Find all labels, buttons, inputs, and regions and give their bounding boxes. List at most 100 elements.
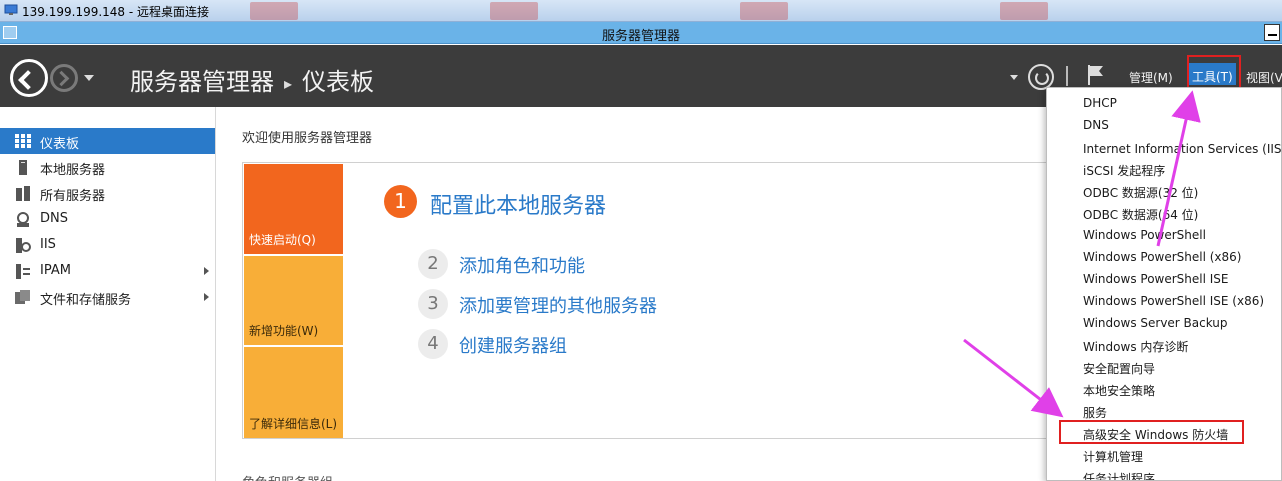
menu-item-services[interactable]: 服务	[1047, 400, 1281, 422]
minimize-button[interactable]	[1264, 24, 1280, 41]
thumbnail	[1000, 2, 1048, 20]
menu-item-label: Windows 内存诊断	[1083, 340, 1189, 354]
thumbnail	[490, 2, 538, 20]
breadcrumb-current: 仪表板	[302, 68, 375, 96]
menu-item-label: Windows Server Backup	[1083, 316, 1228, 330]
iis-icon	[16, 238, 31, 253]
breadcrumb-separator-icon: ▸	[284, 73, 293, 93]
menu-item-odbc-32[interactable]: ODBC 数据源(32 位)	[1047, 180, 1281, 202]
step-4-link[interactable]: 创建服务器组	[459, 332, 567, 358]
sidebar-item-label: 文件和存储服务	[40, 293, 132, 308]
expand-arrow-icon[interactable]	[204, 267, 209, 275]
menu-item-odbc-64[interactable]: ODBC 数据源(64 位)	[1047, 202, 1281, 224]
menu-item-label: DNS	[1083, 118, 1109, 132]
menu-item-label: iSCSI 发起程序	[1083, 164, 1166, 178]
menu-item-powershell-x86[interactable]: Windows PowerShell (x86)	[1047, 246, 1281, 268]
menu-item-iscsi[interactable]: iSCSI 发起程序	[1047, 158, 1281, 180]
menu-item-task-scheduler[interactable]: 任务计划程序	[1047, 466, 1281, 481]
menu-item-iis[interactable]: Internet Information Services (IIS)管	[1047, 136, 1282, 158]
menu-item-dns[interactable]: DNS	[1047, 114, 1281, 136]
menu-item-label: 服务	[1083, 406, 1108, 420]
rdp-title: 139.199.199.148 - 远程桌面连接	[22, 5, 210, 19]
sidebar-item-dashboard[interactable]: 仪表板	[0, 128, 215, 154]
menu-item-label: ODBC 数据源(64 位)	[1083, 208, 1199, 222]
history-dropdown-icon[interactable]	[84, 75, 94, 81]
menu-item-dhcp[interactable]: DHCP	[1047, 92, 1281, 114]
welcome-title: 欢迎使用服务器管理器	[242, 131, 373, 146]
tile-label: 了解详细信息(L)	[249, 417, 338, 431]
menu-item-label: 本地安全策略	[1083, 384, 1156, 398]
breadcrumb: 服务器管理器 ▸ 仪表板	[130, 62, 374, 97]
menu-item-label: Internet Information Services (IIS)管	[1083, 142, 1282, 156]
thumbnail	[740, 2, 788, 20]
window-title: 服务器管理器	[601, 29, 680, 44]
breadcrumb-root[interactable]: 服务器管理器	[130, 68, 274, 96]
section-heading-roles: 角色和服务器组	[242, 472, 333, 481]
screen: 139.199.199.148 - 远程桌面连接 服务器管理器 服务器管理器 ▸ 仪…	[0, 0, 1282, 481]
sidebar-item-label: 所有服务器	[40, 189, 106, 204]
step-2-link[interactable]: 添加角色和功能	[459, 252, 585, 278]
menu-item-label: 安全配置向导	[1083, 362, 1156, 376]
menu-item-label: Windows PowerShell	[1083, 228, 1206, 242]
step-1-badge: 1	[384, 185, 417, 218]
sidebar-item-local-server[interactable]: 本地服务器	[0, 154, 215, 180]
tile-label: 新增功能(W)	[249, 324, 319, 338]
tile-learn-more[interactable]: 了解详细信息(L)	[244, 347, 343, 438]
sidebar-item-ipam[interactable]: IPAM	[0, 258, 215, 284]
file-storage-icon	[15, 290, 30, 304]
tile-quick-start[interactable]: 快速启动(Q)	[244, 164, 343, 254]
menu-item-label: Windows PowerShell ISE	[1083, 272, 1229, 286]
menu-manage[interactable]: 管理(M)	[1129, 69, 1173, 86]
sidebar-item-file-storage[interactable]: 文件和存储服务	[0, 284, 215, 310]
servers-icon	[16, 186, 30, 201]
menu-item-label: ODBC 数据源(32 位)	[1083, 186, 1199, 200]
step-3-link[interactable]: 添加要管理的其他服务器	[459, 292, 657, 318]
menu-item-powershell-ise[interactable]: Windows PowerShell ISE	[1047, 268, 1281, 290]
sidebar-item-all-servers[interactable]: 所有服务器	[0, 180, 215, 206]
step-4-badge: 4	[418, 329, 448, 359]
menu-item-label: DHCP	[1083, 96, 1117, 110]
annotation-box-firewall	[1059, 420, 1244, 444]
menu-item-label: Windows PowerShell ISE (x86)	[1083, 294, 1265, 308]
menu-item-powershell-ise-x86[interactable]: Windows PowerShell ISE (x86)	[1047, 290, 1281, 312]
taskbar-thumbnails	[240, 0, 1240, 22]
menu-item-label: 任务计划程序	[1083, 472, 1156, 481]
ipam-icon	[16, 264, 30, 279]
menu-item-computer-management[interactable]: 计算机管理	[1047, 444, 1281, 466]
dns-icon	[17, 212, 29, 227]
menu-item-memory-diagnostic[interactable]: Windows 内存诊断	[1047, 334, 1281, 356]
dashboard-icon	[15, 134, 31, 148]
window-titlebar: 服务器管理器	[0, 22, 1282, 44]
step-3-badge: 3	[418, 289, 448, 319]
menu-item-label: Windows PowerShell (x86)	[1083, 250, 1242, 264]
back-button[interactable]	[10, 59, 48, 97]
menu-view[interactable]: 视图(V	[1246, 69, 1282, 86]
forward-button[interactable]	[50, 64, 78, 92]
server-icon	[19, 160, 27, 175]
expand-arrow-icon[interactable]	[204, 293, 209, 301]
sidebar-item-label: IIS	[40, 237, 56, 252]
sidebar-item-label: 仪表板	[40, 137, 80, 152]
menu-item-label: 计算机管理	[1083, 450, 1144, 464]
sidebar-item-label: DNS	[40, 211, 68, 226]
sidebar-item-label: IPAM	[40, 263, 71, 278]
menu-item-security-wizard[interactable]: 安全配置向导	[1047, 356, 1281, 378]
welcome-panel: 快速启动(Q) 新增功能(W) 了解详细信息(L) 1 配置此本地服务器 2 添…	[242, 162, 1052, 439]
remote-desktop-icon	[4, 4, 18, 15]
step-2-badge: 2	[418, 249, 448, 279]
menu-item-powershell[interactable]: Windows PowerShell	[1047, 224, 1281, 246]
step-1-link[interactable]: 配置此本地服务器	[430, 188, 606, 220]
sidebar-item-dns[interactable]: DNS	[0, 206, 215, 232]
sidebar-item-iis[interactable]: IIS	[0, 232, 215, 258]
notifications-flag-icon[interactable]	[1086, 63, 1106, 87]
tile-label: 快速启动(Q)	[249, 233, 316, 247]
tile-whats-new[interactable]: 新增功能(W)	[244, 256, 343, 345]
menu-item-server-backup[interactable]: Windows Server Backup	[1047, 312, 1281, 334]
divider	[1066, 66, 1068, 86]
sidebar: 仪表板 本地服务器 所有服务器 DNS IIS IPAM 文件和存储服务	[0, 107, 216, 481]
thumbnail	[250, 2, 298, 20]
rdp-titlebar: 139.199.199.148 - 远程桌面连接	[0, 0, 1282, 22]
sidebar-item-label: 本地服务器	[40, 163, 106, 178]
menu-item-local-security-policy[interactable]: 本地安全策略	[1047, 378, 1281, 400]
header-dropdown-icon[interactable]	[1010, 75, 1018, 80]
